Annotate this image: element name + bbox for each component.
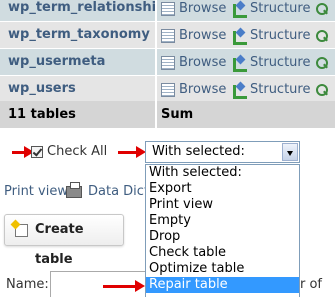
column-divider [155, 22, 157, 49]
sum-label: Sum [161, 107, 194, 122]
dropdown-option-drop[interactable]: Drop [146, 229, 299, 245]
dropdown-option-repair-table[interactable]: Repair table [146, 277, 299, 293]
print-view-link[interactable]: Print view [4, 184, 68, 200]
table-name-link[interactable]: wp_usermeta [0, 49, 155, 76]
browse-label: Browse [179, 54, 227, 70]
browse-link[interactable]: Browse [161, 49, 226, 76]
browse-icon [161, 1, 175, 16]
annotation-arrow-check-all [12, 146, 34, 158]
structure-link[interactable]: Structure [232, 22, 310, 49]
with-selected-value: With selected: [152, 144, 245, 159]
structure-icon [232, 83, 247, 99]
table-row: wp_term_relationships Browse Structure [0, 0, 335, 22]
with-selected-select[interactable]: With selected: [145, 141, 300, 163]
structure-label: Structure [250, 0, 311, 16]
structure-label: Structure [250, 27, 311, 43]
search-icon [315, 83, 329, 97]
search-icon [315, 29, 329, 43]
structure-label: Structure [250, 81, 311, 97]
chevron-down-icon[interactable] [282, 143, 298, 161]
table-row: wp_usermeta Browse Structure [0, 49, 335, 76]
table-row: wp_users Browse Structure [0, 76, 335, 103]
browse-icon [161, 28, 175, 43]
column-divider [155, 76, 157, 103]
number-of-columns-label: r of [300, 277, 323, 292]
structure-link[interactable]: Structure [232, 76, 310, 103]
structure-link[interactable]: Structure [232, 0, 310, 22]
browse-link[interactable]: Browse [161, 76, 226, 103]
structure-label: Structure [250, 54, 311, 70]
browse-link[interactable]: Browse [161, 0, 226, 22]
data-dictionary-link[interactable]: Data Dict [88, 184, 149, 200]
printer-icon [66, 182, 82, 198]
search-link[interactable] [315, 49, 333, 76]
browse-label: Browse [179, 81, 227, 97]
column-divider [155, 101, 157, 128]
search-link[interactable] [315, 76, 333, 103]
dropdown-option-optimize-table[interactable]: Optimize table [146, 261, 299, 277]
table-name-link[interactable]: wp_term_relationships [0, 0, 155, 22]
with-selected-dropdown: With selected: Export Print view Empty D… [145, 164, 300, 297]
table-count: 11 tables [8, 107, 76, 122]
column-divider [155, 0, 157, 22]
check-all-checkbox[interactable] [31, 146, 43, 158]
name-label: Name: [6, 277, 49, 292]
browse-icon [161, 82, 175, 97]
browse-label: Browse [179, 27, 227, 43]
structure-icon [232, 2, 247, 18]
totals-row: 11 tables Sum [0, 101, 335, 128]
annotation-arrow-with-selected [118, 146, 146, 158]
create-table-button[interactable]: Create table [4, 214, 124, 267]
create-table-label: Create table [35, 222, 84, 267]
dropdown-option-check-table[interactable]: Check table [146, 245, 299, 261]
new-table-icon [15, 224, 28, 237]
dropdown-option-with-selected[interactable]: With selected: [146, 165, 299, 181]
browse-icon [161, 55, 175, 70]
table-name-link[interactable]: wp_term_taxonomy [0, 22, 155, 49]
table-name-link[interactable]: wp_users [0, 76, 155, 103]
column-divider [155, 49, 157, 76]
structure-icon [232, 29, 247, 45]
search-link[interactable] [315, 22, 333, 49]
search-icon [315, 56, 329, 70]
table-row: wp_term_taxonomy Browse Structure [0, 22, 335, 49]
annotation-arrow-repair-table [103, 280, 145, 292]
dropdown-option-print-view[interactable]: Print view [146, 197, 299, 213]
browse-label: Browse [179, 0, 227, 16]
search-link[interactable] [315, 0, 333, 22]
dropdown-option-export[interactable]: Export [146, 181, 299, 197]
dropdown-option-empty[interactable]: Empty [146, 213, 299, 229]
check-all-label[interactable]: Check All [47, 144, 107, 160]
search-icon [315, 2, 329, 16]
structure-link[interactable]: Structure [232, 49, 310, 76]
browse-link[interactable]: Browse [161, 22, 226, 49]
structure-icon [232, 56, 247, 72]
